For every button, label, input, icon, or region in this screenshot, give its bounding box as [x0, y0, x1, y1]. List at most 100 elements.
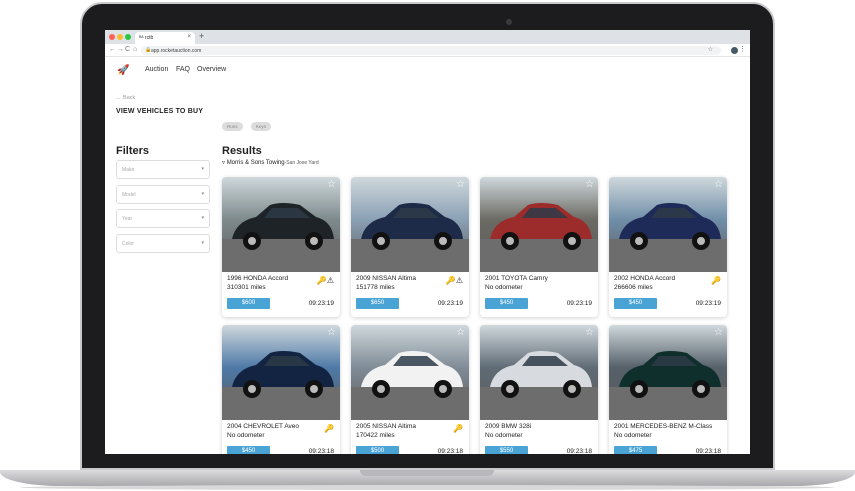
car-illustration	[480, 203, 598, 272]
favorite-star-icon[interactable]: ☆	[456, 179, 465, 190]
model-placeholder: Model	[122, 192, 136, 198]
laptop-notch	[360, 470, 494, 476]
nav-auction[interactable]: Auction	[145, 66, 168, 73]
favorite-star-icon[interactable]: ☆	[327, 327, 336, 338]
countdown-timer: 09:23:18	[695, 448, 721, 454]
vehicle-photo[interactable]: ☆	[609, 177, 727, 272]
reload-icon[interactable]: C	[125, 46, 130, 53]
vehicle-card[interactable]: ☆ 2001 TOYOTA Camry No odometer $450 09:23:1…	[480, 177, 598, 317]
vehicle-card[interactable]: ☆ 2002 HONDA Accord 266606 miles 🔑 $450 09:23…	[609, 177, 727, 317]
browser-tab[interactable]: ᴿᴬ rctb ×	[135, 32, 195, 44]
vehicle-card[interactable]: ☆ 2004 CHEVROLET Aveo No odometer 🔑 $450 09:2…	[222, 325, 340, 454]
vehicle-photo[interactable]: ☆	[480, 177, 598, 272]
vehicle-odometer: No odometer	[227, 432, 265, 439]
favorite-star-icon[interactable]: ☆	[456, 327, 465, 338]
webcam	[506, 19, 512, 25]
favorite-star-icon[interactable]: ☆	[327, 179, 336, 190]
laptop-shadow	[20, 485, 835, 490]
bid-price-button[interactable]: $450	[614, 298, 657, 309]
key-icon: 🔑⚠	[445, 276, 463, 285]
car-illustration	[222, 203, 340, 272]
nav-faq[interactable]: FAQ	[176, 66, 190, 73]
favorite-star-icon[interactable]: ☆	[585, 179, 594, 190]
forward-arrow-icon[interactable]: →	[117, 46, 124, 53]
chevron-down-icon: ▾	[201, 166, 204, 172]
browser-menu-icon[interactable]: ⋮	[739, 45, 746, 53]
vehicle-card[interactable]: ☆ 2009 BMW 328i No odometer $550 09:23:18	[480, 325, 598, 454]
chip-keys[interactable]: Keys	[251, 122, 272, 131]
vehicle-photo[interactable]: ☆	[351, 325, 469, 420]
vehicle-card[interactable]: ☆ 2001 MERCEDES-BENZ M-Class No odometer $4…	[609, 325, 727, 454]
bid-price-button[interactable]: $450	[227, 446, 270, 454]
year-select[interactable]: Year ▾	[116, 209, 210, 228]
page-title: VIEW VEHICLES TO BUY	[116, 108, 204, 115]
bid-price-button[interactable]: $650	[356, 298, 399, 309]
countdown-timer: 09:23:19	[308, 300, 334, 307]
vehicle-odometer: 310301 miles	[227, 284, 266, 291]
vehicle-title: 2005 NISSAN Altima	[356, 423, 416, 430]
countdown-timer: 09:23:18	[308, 448, 334, 454]
chevron-down-icon: ▾	[201, 215, 204, 221]
browser-toolbar: ← → C ⌂ 🔒 app.rocketauction.com ☆ ⋮	[105, 44, 750, 57]
vehicle-odometer: 151778 miles	[356, 284, 395, 291]
maximize-window-button[interactable]	[125, 34, 131, 40]
minimize-window-button[interactable]	[117, 34, 123, 40]
car-illustration	[480, 351, 598, 420]
vehicle-card[interactable]: ☆ 1996 HONDA Accord 310301 miles 🔑⚠ $600 09:2…	[222, 177, 340, 317]
new-tab-button[interactable]: +	[199, 31, 204, 41]
car-illustration	[609, 351, 727, 420]
favorite-star-icon[interactable]: ☆	[714, 179, 723, 190]
vehicle-odometer: No odometer	[485, 432, 523, 439]
car-illustration	[351, 351, 469, 420]
vehicle-photo[interactable]: ☆	[222, 325, 340, 420]
address-bar[interactable]: 🔒 app.rocketauction.com ☆	[141, 46, 721, 55]
home-icon[interactable]: ⌂	[133, 46, 137, 53]
close-window-button[interactable]	[109, 34, 115, 40]
vehicle-card[interactable]: ☆ 2005 NISSAN Altima 170422 miles 🔑 $500 09:2…	[351, 325, 469, 454]
vehicle-card[interactable]: ☆ 2009 NISSAN Altima 151778 miles 🔑⚠ $650 09:…	[351, 177, 469, 317]
location-header[interactable]: ▿ Morris & Sons Towing-San Jose Yard	[222, 159, 319, 166]
vehicle-odometer: No odometer	[485, 284, 523, 291]
favorite-star-icon[interactable]: ☆	[585, 327, 594, 338]
countdown-timer: 09:23:19	[437, 300, 463, 307]
key-icon: 🔑⚠	[316, 276, 334, 285]
location-name: Morris & Sons Towing	[226, 160, 285, 166]
bid-price-button[interactable]: $550	[485, 446, 528, 454]
bid-price-button[interactable]: $450	[485, 298, 528, 309]
chevron-down-icon: ▾	[201, 240, 204, 246]
color-select[interactable]: Color ▾	[116, 234, 210, 253]
back-arrow-icon[interactable]: ←	[109, 46, 116, 53]
rocket-logo-icon[interactable]: 🚀	[117, 65, 129, 76]
countdown-timer: 09:23:18	[566, 448, 592, 454]
lock-icon: 🔒	[145, 47, 152, 53]
car-illustration	[351, 203, 469, 272]
vehicle-photo[interactable]: ☆	[480, 325, 598, 420]
key-icon: 🔑	[453, 424, 463, 433]
nav-overview[interactable]: Overview	[197, 66, 226, 73]
make-select[interactable]: Make ▾	[116, 160, 210, 179]
vehicle-photo[interactable]: ☆	[609, 325, 727, 420]
vehicle-title: 2004 CHEVROLET Aveo	[227, 423, 300, 430]
vehicle-photo[interactable]: ☆	[351, 177, 469, 272]
tab-title: ᴿᴬ rctb	[139, 35, 154, 41]
bid-price-button[interactable]: $500	[356, 446, 399, 454]
profile-avatar[interactable]	[731, 47, 738, 54]
bid-price-button[interactable]: $475	[614, 446, 657, 454]
chip-runs[interactable]: Runs	[222, 122, 243, 131]
model-select[interactable]: Model ▾	[116, 185, 210, 204]
vehicle-title: 2009 NISSAN Altima	[356, 275, 416, 282]
bid-price-button[interactable]: $600	[227, 298, 270, 309]
screen: ᴿᴬ rctb × + ← → C ⌂ 🔒 app.rocketauction.…	[105, 30, 750, 454]
vehicle-photo[interactable]: ☆	[222, 177, 340, 272]
bookmark-star-icon[interactable]: ☆	[708, 46, 713, 53]
vehicle-odometer: 266606 miles	[614, 284, 653, 291]
favorite-star-icon[interactable]: ☆	[714, 327, 723, 338]
filters-title: Filters	[116, 145, 150, 157]
back-link[interactable]: ← Back	[116, 95, 135, 101]
year-placeholder: Year	[122, 216, 133, 222]
location-yard: -San Jose Yard	[284, 160, 319, 166]
countdown-timer: 09:23:19	[566, 300, 592, 307]
make-placeholder: Make	[122, 167, 135, 173]
tab-close-icon[interactable]: ×	[187, 34, 191, 40]
vehicle-title: 2001 MERCEDES-BENZ M-Class	[614, 423, 713, 430]
